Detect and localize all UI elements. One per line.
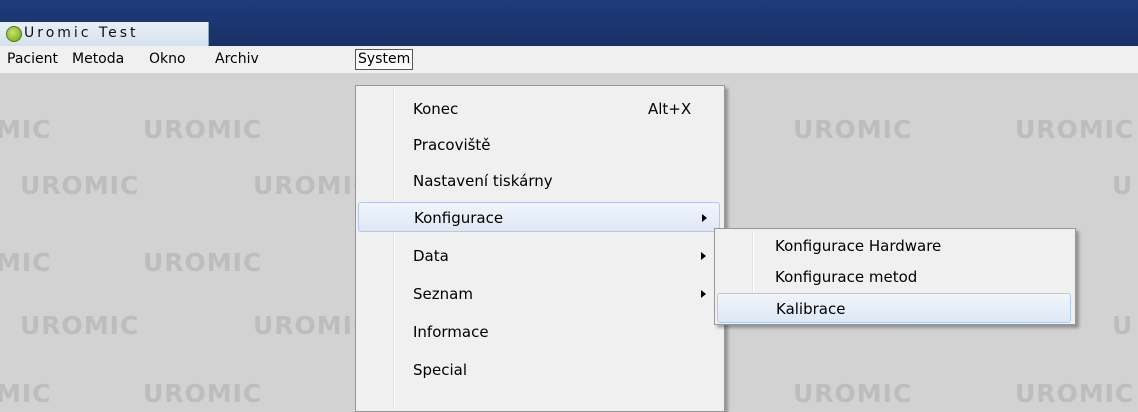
- menu-item-label: Informace: [413, 323, 489, 341]
- menu-item-nastaveni-tiskarny[interactable]: Nastavení tiskárny: [358, 166, 720, 196]
- watermark-text: MIC: [0, 115, 52, 144]
- menu-item-special[interactable]: Special: [358, 355, 720, 385]
- watermark-text: MIC: [0, 379, 52, 408]
- watermark-text: U: [1112, 171, 1134, 200]
- menu-item-informace[interactable]: Informace: [358, 317, 720, 347]
- submenu-arrow-icon: [702, 214, 707, 222]
- watermark-text: UROMIC: [20, 311, 140, 340]
- watermark-text: UROMIC: [20, 171, 140, 200]
- menu-item-label: Kalibrace: [776, 300, 846, 318]
- menu-item-kalibrace[interactable]: Kalibrace: [717, 293, 1071, 323]
- watermark-text: U: [1112, 311, 1134, 340]
- watermark-text: MIC: [0, 248, 52, 277]
- system-dropdown-menu: Konec Alt+X Pracoviště Nastavení tiskárn…: [355, 85, 725, 412]
- title-bar[interactable]: Uromic Test: [0, 0, 1138, 46]
- menu-item-label: Konfigurace metod: [775, 268, 918, 286]
- menu-item-label: Konec: [413, 100, 459, 118]
- menu-item-label: Data: [413, 247, 449, 265]
- watermark-text: UROMIC: [143, 379, 263, 408]
- menu-item-data[interactable]: Data: [358, 241, 720, 271]
- submenu-arrow-icon: [701, 252, 706, 260]
- menu-okno[interactable]: Okno: [147, 50, 188, 69]
- menu-metoda[interactable]: Metoda: [70, 50, 126, 69]
- menu-archiv[interactable]: Archiv: [213, 50, 261, 69]
- menu-item-label: Konfigurace: [414, 209, 504, 227]
- menu-system[interactable]: System: [355, 49, 414, 70]
- watermark-text: UROMIC: [143, 248, 263, 277]
- menu-item-pracoviste[interactable]: Pracoviště: [358, 130, 720, 160]
- menu-item-seznam[interactable]: Seznam: [358, 279, 720, 309]
- menu-item-label: Konfigurace Hardware: [775, 237, 942, 255]
- menu-bar: Pacient Metoda Okno Archiv System: [0, 46, 1138, 74]
- watermark-text: UROMIC: [143, 115, 263, 144]
- watermark-text: UROMIC: [1015, 115, 1135, 144]
- watermark-text: UROMIC: [793, 379, 913, 408]
- window-title-tab[interactable]: Uromic Test: [0, 22, 209, 46]
- menu-item-label: Special: [413, 361, 468, 379]
- menu-item-konfigurace-hardware[interactable]: Konfigurace Hardware: [717, 231, 1071, 261]
- submenu-arrow-icon: [701, 290, 706, 298]
- app-logo-icon: [6, 26, 22, 42]
- window-title: Uromic Test: [24, 25, 139, 41]
- menu-item-label: Pracoviště: [413, 136, 491, 154]
- watermark-text: UROMIC: [793, 115, 913, 144]
- menu-item-label: Seznam: [413, 285, 473, 303]
- menu-item-shortcut: Alt+X: [648, 100, 692, 118]
- menu-item-konfigurace-metod[interactable]: Konfigurace metod: [717, 262, 1071, 292]
- menu-item-label: Nastavení tiskárny: [413, 172, 553, 190]
- menu-item-konec[interactable]: Konec Alt+X: [358, 94, 720, 124]
- konfigurace-submenu: Konfigurace Hardware Konfigurace metod K…: [714, 228, 1076, 325]
- menu-pacient[interactable]: Pacient: [5, 50, 60, 69]
- menu-item-konfigurace[interactable]: Konfigurace: [358, 202, 720, 232]
- watermark-text: UROMIC: [1015, 379, 1135, 408]
